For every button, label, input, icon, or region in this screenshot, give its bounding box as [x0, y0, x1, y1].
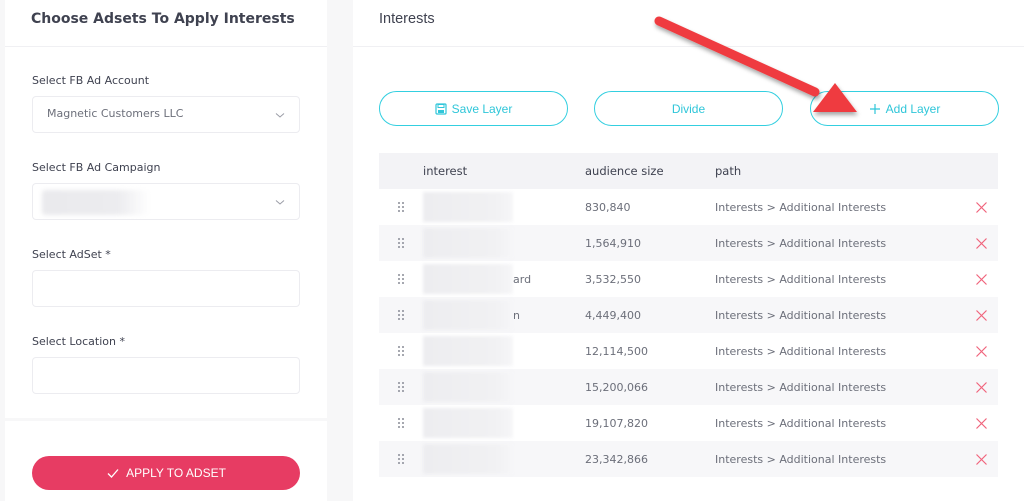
- apply-button-label: APPLY TO ADSET: [126, 466, 226, 480]
- interest-cell: [423, 441, 585, 477]
- close-icon[interactable]: [975, 453, 988, 466]
- redacted-interest-name: [423, 336, 513, 366]
- column-header-audience-size: audience size: [585, 164, 664, 178]
- close-icon[interactable]: [975, 237, 988, 250]
- adset-input[interactable]: [32, 270, 300, 307]
- interest-cell: [423, 405, 585, 441]
- redacted-interest-name: [423, 408, 513, 438]
- table-row: n 4,449,400 Interests > Additional Inter…: [379, 297, 998, 333]
- path-cell: Interests > Additional Interests: [715, 380, 887, 394]
- audience-size-cell: 12,114,500: [585, 344, 648, 358]
- audience-size-cell: 15,200,066: [585, 380, 648, 394]
- divide-button[interactable]: Divide: [594, 91, 783, 126]
- drag-handle-icon[interactable]: [397, 309, 405, 321]
- adset-label: Select AdSet *: [32, 248, 111, 261]
- interests-table: interest audience size path 830,840 Inte…: [379, 153, 998, 477]
- divide-label: Divide: [671, 101, 706, 116]
- panel-title: Choose Adsets To Apply Interests: [5, 0, 327, 47]
- redacted-interest-name: [423, 300, 513, 330]
- audience-size-cell: 3,532,550: [585, 272, 641, 286]
- interests-panel: Interests Save Layer Divide Add Layer in…: [353, 0, 1024, 501]
- ad-account-select[interactable]: Magnetic Customers LLC: [32, 96, 300, 133]
- interest-cell: [423, 189, 585, 225]
- interest-cell: [423, 369, 585, 405]
- save-layer-label: Save Layer: [451, 101, 513, 116]
- close-icon[interactable]: [975, 309, 988, 322]
- add-layer-label: Add Layer: [885, 101, 941, 116]
- drag-handle-icon[interactable]: [397, 453, 405, 465]
- interests-title: Interests: [353, 0, 1024, 47]
- audience-size-cell: 23,342,866: [585, 452, 648, 466]
- redacted-interest-name: [423, 192, 513, 222]
- interest-cell: ard: [423, 261, 585, 297]
- close-icon[interactable]: [975, 417, 988, 430]
- table-body: 830,840 Interests > Additional Interests…: [379, 189, 998, 477]
- path-cell: Interests > Additional Interests: [715, 452, 887, 466]
- table-row: 19,107,820 Interests > Additional Intere…: [379, 405, 998, 441]
- interest-cell: [423, 225, 585, 261]
- redacted-interest-name: [423, 264, 513, 294]
- audience-size-cell: 19,107,820: [585, 416, 648, 430]
- interest-cell: n: [423, 297, 585, 333]
- redacted-campaign-value: [42, 190, 150, 215]
- chevron-down-icon: [275, 200, 285, 205]
- interest-visible-text: ard: [513, 272, 532, 286]
- drag-handle-icon[interactable]: [397, 381, 405, 393]
- path-cell: Interests > Additional Interests: [715, 308, 887, 322]
- table-row: 12,114,500 Interests > Additional Intere…: [379, 333, 998, 369]
- column-header-path: path: [715, 164, 742, 178]
- path-cell: Interests > Additional Interests: [715, 416, 887, 430]
- close-icon[interactable]: [975, 273, 988, 286]
- table-row: 15,200,066 Interests > Additional Intere…: [379, 369, 998, 405]
- checkmark-icon: [107, 469, 119, 478]
- table-row: 23,342,866 Interests > Additional Intere…: [379, 441, 998, 477]
- redacted-interest-name: [423, 372, 513, 402]
- drag-handle-icon[interactable]: [397, 201, 405, 213]
- audience-size-cell: 830,840: [585, 200, 631, 214]
- table-header: interest audience size path: [379, 153, 998, 189]
- ad-account-label: Select FB Ad Account: [32, 74, 150, 87]
- apply-footer: APPLY TO ADSET: [5, 421, 327, 501]
- table-row: 830,840 Interests > Additional Interests: [379, 189, 998, 225]
- ad-account-value: Magnetic Customers LLC: [47, 107, 184, 120]
- close-icon[interactable]: [975, 201, 988, 214]
- ad-campaign-select[interactable]: [32, 183, 300, 220]
- drag-handle-icon[interactable]: [397, 273, 405, 285]
- chevron-down-icon: [275, 113, 285, 118]
- close-icon[interactable]: [975, 381, 988, 394]
- location-label: Select Location *: [32, 335, 125, 348]
- audience-size-cell: 4,449,400: [585, 308, 641, 322]
- table-row: 1,564,910 Interests > Additional Interes…: [379, 225, 998, 261]
- audience-size-cell: 1,564,910: [585, 236, 641, 250]
- interest-visible-text: n: [513, 308, 520, 322]
- path-cell: Interests > Additional Interests: [715, 272, 887, 286]
- path-cell: Interests > Additional Interests: [715, 236, 887, 250]
- path-cell: Interests > Additional Interests: [715, 344, 887, 358]
- drag-handle-icon[interactable]: [397, 345, 405, 357]
- save-layer-button[interactable]: Save Layer: [379, 91, 568, 126]
- adset-selection-panel: Choose Adsets To Apply Interests Select …: [5, 0, 327, 418]
- redacted-interest-name: [423, 444, 513, 474]
- redacted-interest-name: [423, 228, 513, 258]
- column-header-interest: interest: [423, 164, 468, 178]
- table-row: ard 3,532,550 Interests > Additional Int…: [379, 261, 998, 297]
- drag-handle-icon[interactable]: [397, 237, 405, 249]
- location-input[interactable]: [32, 357, 300, 394]
- path-cell: Interests > Additional Interests: [715, 200, 887, 214]
- drag-handle-icon[interactable]: [397, 417, 405, 429]
- apply-to-adset-button[interactable]: APPLY TO ADSET: [32, 456, 300, 490]
- ad-campaign-label: Select FB Ad Campaign: [32, 161, 161, 174]
- floppy-disk-icon: [435, 102, 447, 115]
- plus-icon: [869, 103, 880, 114]
- add-layer-button[interactable]: Add Layer: [810, 91, 999, 126]
- interest-cell: [423, 333, 585, 369]
- close-icon[interactable]: [975, 345, 988, 358]
